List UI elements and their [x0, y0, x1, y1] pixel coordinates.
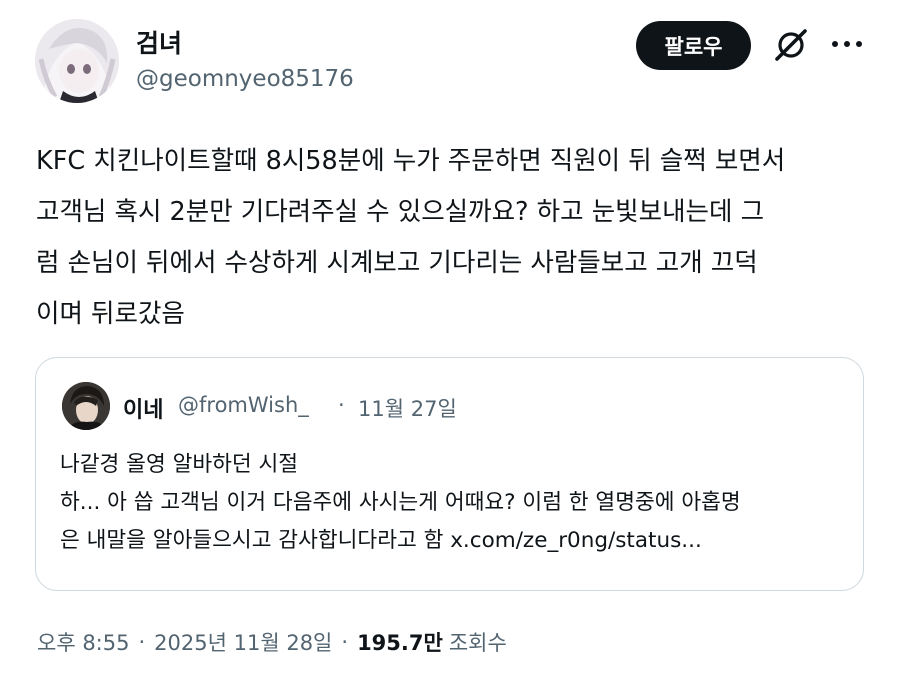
grok-icon[interactable]	[772, 26, 810, 64]
quote-text: 나같경 올영 알바하던 시절 하... 아 씁 고객님 이거 다음주에 사시는게…	[60, 452, 741, 553]
photo-avatar-image	[62, 382, 110, 430]
post-time[interactable]: 오후 8:55	[37, 627, 129, 657]
follow-button[interactable]: 팔로우	[636, 21, 751, 70]
tweet-text: KFC 치킨나이트할때 8시58분에 누가 주문하면 직원이 뒤 슬쩍 보면서 …	[36, 146, 786, 329]
view-count-label: 조회수	[448, 631, 507, 655]
author-handle[interactable]: @geomnyeo85176	[136, 66, 354, 92]
quote-author-name: 이네	[123, 398, 164, 423]
meta-separator: ·	[341, 630, 349, 654]
quote-author-handle: @fromWish_	[178, 393, 309, 417]
quote-date: 11월 27일	[358, 397, 457, 421]
post-date[interactable]: 2025년 11월 28일	[154, 627, 332, 657]
tweet-meta: 오후 8:55 · 2025년 11월 28일 · 195.7만 조회수	[37, 627, 507, 657]
quote-author-avatar	[62, 382, 110, 430]
quote-separator: ·	[338, 393, 345, 417]
anime-avatar-image	[35, 19, 119, 103]
view-count: 195.7만	[357, 631, 443, 655]
quoted-tweet[interactable]: 이네 @fromWish_ · 11월 27일 나같경 올영 알바하던 시절 하…	[35, 357, 864, 591]
more-icon[interactable]	[830, 34, 864, 54]
meta-separator: ·	[138, 630, 146, 654]
author-name[interactable]: 검녀	[136, 24, 182, 60]
author-avatar[interactable]	[35, 19, 119, 103]
